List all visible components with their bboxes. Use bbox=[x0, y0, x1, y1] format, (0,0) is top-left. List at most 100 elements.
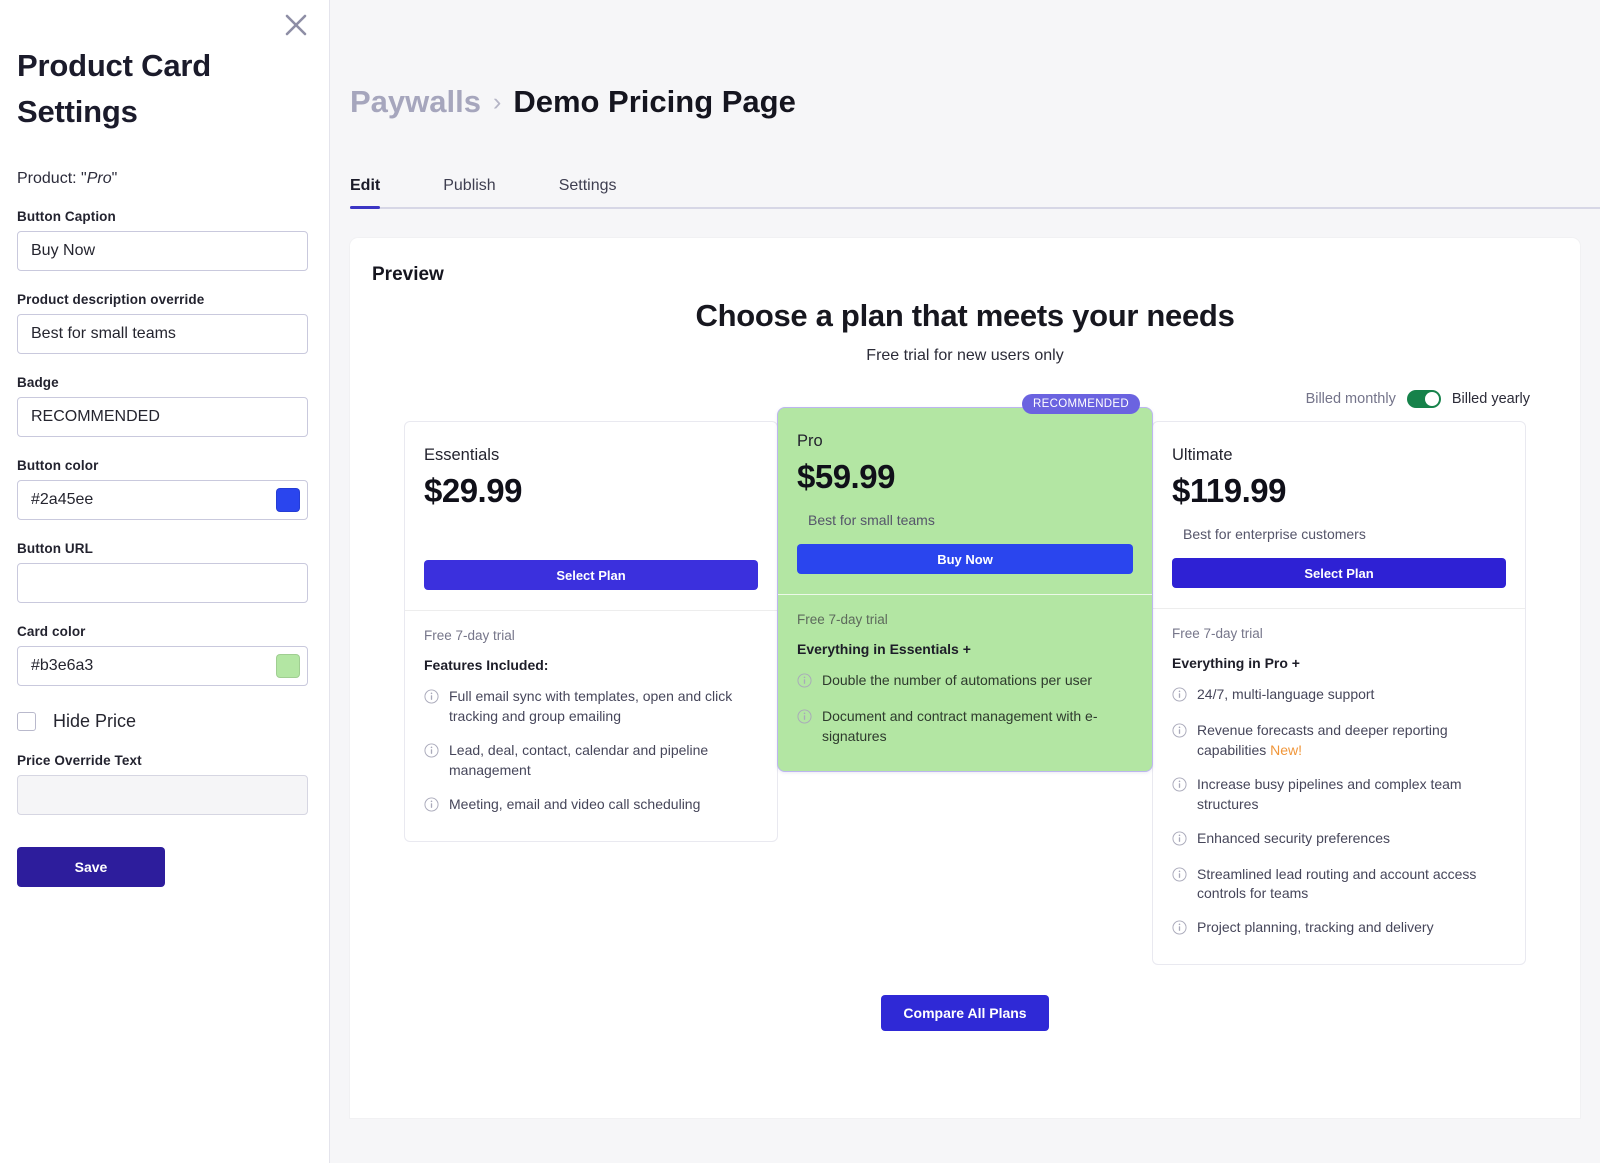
plan-feature-text: Enhanced security preferences bbox=[1197, 829, 1390, 846]
plan-card-pro: RECOMMENDED Pro $59.99 Best for small teams… bbox=[777, 394, 1153, 772]
info-icon[interactable] bbox=[1172, 777, 1187, 797]
button-color-swatch[interactable] bbox=[276, 487, 300, 512]
info-icon[interactable] bbox=[1172, 920, 1187, 940]
chevron-right-icon: › bbox=[492, 87, 502, 116]
plan-feature-text: Streamlined lead routing and account acc… bbox=[1197, 865, 1477, 902]
plan-card-ultimate: Ultimate $119.99 Best for enterprise custo… bbox=[1152, 421, 1526, 966]
plan-trial: Free 7-day trial bbox=[424, 628, 515, 643]
plan-feature-item: Full email sync with templates, open and… bbox=[424, 687, 758, 727]
badge-label: Badge bbox=[17, 374, 59, 390]
plan-name: Pro bbox=[797, 432, 823, 450]
info-icon[interactable] bbox=[424, 743, 439, 763]
hide-price-label: Hide Price bbox=[53, 710, 137, 731]
plan-feature-item: 24/7, multi-language support bbox=[1172, 685, 1506, 707]
app-root: Product Card Settings Product: "Pro" But… bbox=[0, 0, 1600, 1163]
plan-feature-list: Double the number of automations per use… bbox=[797, 671, 1133, 747]
plan-name: Ultimate bbox=[1172, 446, 1233, 464]
plan-feature-text: Double the number of automations per use… bbox=[822, 672, 1093, 688]
hide-price-checkbox[interactable] bbox=[17, 711, 36, 731]
plan-feature-item: Revenue forecasts and deeper reporting c… bbox=[1172, 721, 1506, 761]
button-caption-label: Button Caption bbox=[17, 208, 116, 224]
plan-body: Free 7-day trial Everything in Essentials… bbox=[778, 594, 1152, 771]
save-button[interactable]: Save bbox=[17, 846, 165, 887]
product-prefix: Product: " bbox=[17, 169, 87, 187]
product-name: Pro bbox=[86, 169, 112, 187]
button-color-input[interactable] bbox=[17, 479, 308, 520]
plan-name: Essentials bbox=[424, 446, 500, 464]
plan-feature-text: Full email sync with templates, open and… bbox=[449, 688, 733, 724]
plan-feature-item: Enhanced security preferences bbox=[1172, 829, 1506, 851]
button-color-label: Button color bbox=[17, 457, 99, 473]
plan-cta-button[interactable]: Select Plan bbox=[1172, 558, 1506, 588]
tab-bar: Edit Publish Settings bbox=[350, 177, 1600, 209]
close-icon[interactable] bbox=[281, 10, 311, 40]
plan-feature-item: Document and contract management with e-… bbox=[797, 707, 1133, 747]
button-url-input[interactable] bbox=[17, 562, 308, 603]
product-label: Product: "Pro" bbox=[17, 170, 312, 188]
paywall-preview: Choose a plan that meets your needs Free… bbox=[372, 298, 1558, 1071]
tab-edit[interactable]: Edit bbox=[350, 177, 381, 209]
plan-header: Ultimate $119.99 Best for enterprise custo… bbox=[1153, 422, 1525, 608]
toggle-knob bbox=[1424, 392, 1439, 406]
billing-toggle-row: Billed monthly Billed yearly bbox=[372, 390, 1558, 408]
badge-input[interactable] bbox=[17, 396, 308, 437]
panel-title: Product Card Settings bbox=[17, 48, 211, 129]
tab-settings[interactable]: Settings bbox=[559, 177, 617, 207]
button-caption-input[interactable] bbox=[17, 230, 308, 271]
plan-features-heading: Features Included: bbox=[424, 657, 549, 673]
preview-label: Preview bbox=[372, 264, 444, 285]
page-title: Demo Pricing Page bbox=[513, 84, 796, 119]
info-icon[interactable] bbox=[424, 689, 439, 709]
info-icon[interactable] bbox=[797, 673, 812, 693]
product-card-settings-panel: Product Card Settings Product: "Pro" But… bbox=[0, 0, 330, 1163]
info-icon[interactable] bbox=[424, 796, 439, 817]
info-icon[interactable] bbox=[1172, 830, 1187, 851]
product-description-override-input[interactable] bbox=[17, 313, 308, 354]
price-override-text-label: Price Override Text bbox=[17, 752, 142, 768]
plan-description-spacer bbox=[424, 510, 758, 544]
compare-all-plans-button[interactable]: Compare All Plans bbox=[881, 995, 1049, 1032]
info-icon[interactable] bbox=[797, 709, 812, 729]
breadcrumb: Paywalls › Demo Pricing Page bbox=[330, 0, 1600, 120]
plan-cta-button[interactable]: Buy Now bbox=[797, 544, 1133, 574]
plan-feature-list: 24/7, multi-language support Revenue fore… bbox=[1172, 685, 1506, 940]
plan-price: $59.99 bbox=[797, 458, 895, 495]
info-icon[interactable] bbox=[1172, 866, 1187, 887]
card-color-field bbox=[17, 645, 308, 686]
plan-body: Free 7-day trial Features Included: Full e… bbox=[405, 610, 777, 841]
card-color-input[interactable] bbox=[17, 645, 308, 686]
card-color-label: Card color bbox=[17, 623, 86, 639]
plan-feature-text: Increase busy pipelines and complex team… bbox=[1197, 775, 1462, 812]
billing-toggle[interactable] bbox=[1406, 390, 1441, 408]
info-icon[interactable] bbox=[1172, 723, 1187, 743]
plan-feature-text: Meeting, email and video call scheduling bbox=[449, 795, 701, 812]
plan-trial: Free 7-day trial bbox=[797, 612, 888, 627]
info-icon[interactable] bbox=[1172, 687, 1187, 707]
hide-price-row: Hide Price bbox=[17, 711, 312, 732]
tab-publish[interactable]: Publish bbox=[443, 177, 495, 207]
plan-body: Free 7-day trial Everything in Pro + 24/7,… bbox=[1153, 608, 1525, 964]
product-description-override-label: Product description override bbox=[17, 291, 205, 307]
button-url-label: Button URL bbox=[17, 540, 93, 556]
plan-feature-item: Increase busy pipelines and complex team… bbox=[1172, 775, 1506, 815]
card-color-swatch[interactable] bbox=[276, 653, 300, 678]
plan-card-essentials: Essentials $29.99 Select Plan Free 7-day tr… bbox=[404, 421, 778, 842]
billed-monthly-label[interactable]: Billed monthly bbox=[1306, 391, 1396, 407]
plan-feature-text: Project planning, tracking and delivery bbox=[1197, 919, 1434, 936]
price-override-text-input[interactable] bbox=[17, 774, 308, 815]
plan-feature-item: Lead, deal, contact, calendar and pipeli… bbox=[424, 741, 758, 781]
new-tag: New! bbox=[1270, 741, 1303, 758]
plan-price: $119.99 bbox=[1172, 472, 1286, 509]
plan-feature-list: Full email sync with templates, open and… bbox=[424, 687, 758, 817]
plan-cta-button[interactable]: Select Plan bbox=[424, 560, 758, 590]
paywall-subtitle: Free trial for new users only bbox=[866, 347, 1064, 364]
plan-feature-item: Meeting, email and video call scheduling bbox=[424, 795, 758, 817]
plan-feature-text: Document and contract management with e-… bbox=[822, 708, 1098, 744]
plan-header: Pro $59.99 Best for small teams Buy Now bbox=[778, 408, 1152, 594]
plan-feature-text: 24/7, multi-language support bbox=[1197, 686, 1375, 702]
plan-price: $29.99 bbox=[424, 472, 522, 509]
plan-trial: Free 7-day trial bbox=[1172, 626, 1263, 641]
billed-yearly-label[interactable]: Billed yearly bbox=[1452, 391, 1530, 407]
breadcrumb-paywalls[interactable]: Paywalls bbox=[350, 84, 481, 120]
plan-features-heading: Everything in Essentials + bbox=[797, 641, 971, 657]
